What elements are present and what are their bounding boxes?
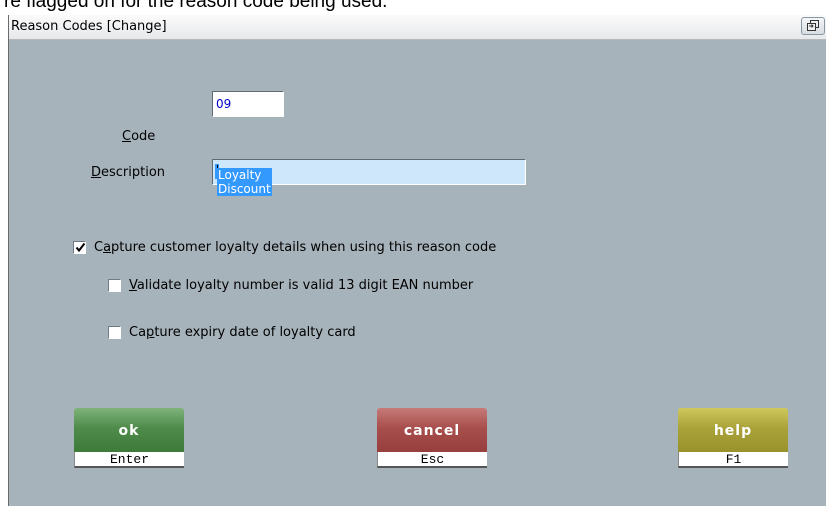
cancel-button[interactable]: cancel Esc [377, 408, 487, 468]
code-value: 09 [216, 97, 232, 111]
title-bar: Reason Codes [Change] [9, 15, 826, 40]
capture-loyalty-checkbox[interactable] [73, 241, 86, 254]
help-button-shortcut: F1 [678, 452, 788, 468]
description-label: Description [91, 165, 166, 180]
validate-ean-checkbox[interactable] [108, 279, 121, 292]
description-value: Loyalty Discount [215, 164, 272, 196]
checkmark-icon [75, 242, 86, 253]
help-button[interactable]: help F1 [678, 408, 788, 468]
code-label: Code [122, 129, 156, 144]
code-input[interactable]: 09 [212, 91, 284, 117]
description-input[interactable]: Loyalty Discount [212, 159, 526, 196]
help-button-label: help [678, 408, 788, 452]
capture-expiry-label[interactable]: Capture expiry date of loyalty card [129, 325, 356, 340]
ok-button-label: ok [74, 408, 184, 452]
background-document-text: re flagged on for the reason code being … [4, 0, 388, 12]
cancel-button-label: cancel [377, 408, 487, 452]
cancel-button-shortcut: Esc [377, 452, 487, 468]
window-title: Reason Codes [Change] [11, 19, 167, 34]
capture-expiry-checkbox[interactable] [108, 326, 121, 339]
validate-ean-label[interactable]: Validate loyalty number is valid 13 digi… [129, 278, 473, 293]
ok-button-shortcut: Enter [74, 452, 184, 468]
capture-loyalty-label[interactable]: Capture customer loyalty details when us… [94, 240, 496, 255]
restore-icon [807, 20, 819, 31]
ok-button[interactable]: ok Enter [74, 408, 184, 468]
reason-codes-dialog: Reason Codes [Change] Code 09 Descriptio… [8, 15, 826, 506]
restore-button[interactable] [801, 17, 825, 35]
